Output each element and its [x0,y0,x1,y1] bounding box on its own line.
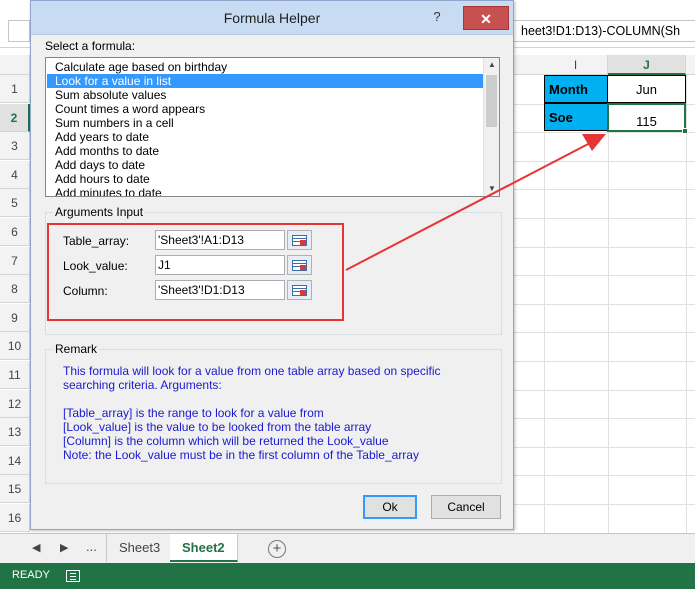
fill-handle[interactable] [682,128,688,134]
scroll-down-icon[interactable]: ▼ [484,182,499,196]
cell-i1[interactable]: Month [544,75,608,103]
add-sheet-icon[interactable]: + [268,540,286,558]
sheet-tab-sheet2[interactable]: Sheet2 [170,534,238,562]
formula-list-item[interactable]: Sum numbers in a cell [47,116,483,130]
remark-line: This formula will look for a value from … [63,364,441,378]
name-box[interactable] [8,20,30,42]
arguments-group-title: Arguments Input [53,205,146,219]
column-header-i[interactable]: I [544,55,608,75]
column-header-j[interactable]: J [608,55,686,75]
formula-listbox[interactable]: Calculate age based on birthday Look for … [45,57,500,197]
remark-group-title: Remark [53,342,100,356]
row-header-16[interactable]: 16 [0,504,30,532]
row-header-7[interactable]: 7 [0,246,30,275]
sheet-tab-bar: ◀ ▶ ... Sheet3 Sheet2 + [0,533,695,563]
row-header-10[interactable]: 10 [0,332,30,361]
more-sheets-button[interactable]: ... [86,539,97,554]
select-formula-label: Select a formula: [45,39,136,53]
row-header-4[interactable]: 4 [0,160,30,189]
remark-line: [Column] is the column which will be ret… [63,434,389,448]
remark-line: searching criteria. Arguments: [63,378,222,392]
cancel-button[interactable]: Cancel [431,495,501,519]
row-header-3[interactable]: 3 [0,132,30,161]
cell-j1[interactable]: Jun [607,75,686,103]
row-header-9[interactable]: 9 [0,303,30,332]
remark-line: Note: the Look_value must be in the firs… [63,448,419,462]
prev-sheet-icon[interactable]: ◀ [32,541,40,554]
formula-input[interactable]: heet3!D1:D13)-COLUMN(Sh [500,20,695,42]
row-header-2[interactable]: 2 [0,103,30,132]
grid-line [544,75,545,533]
row-header-14[interactable]: 14 [0,446,30,475]
formula-list-item[interactable]: Sum absolute values [47,88,483,102]
next-sheet-icon[interactable]: ▶ [60,541,68,554]
row-header-11[interactable]: 11 [0,361,30,389]
sheet-tab-sheet3[interactable]: Sheet3 [106,534,174,562]
dialog-titlebar[interactable]: Formula Helper ? ✕ [31,1,513,35]
select-all-corner[interactable] [0,55,30,75]
scroll-thumb[interactable] [486,75,497,127]
formula-list-item[interactable]: Add hours to date [47,172,483,186]
close-button[interactable]: ✕ [463,6,509,30]
formula-helper-dialog: Formula Helper ? ✕ Select a formula: Cal… [30,0,514,530]
scroll-up-icon[interactable]: ▲ [484,58,499,72]
ok-button[interactable]: Ok [363,495,417,519]
row-header-1[interactable]: 1 [0,75,30,103]
macro-record-icon[interactable] [66,570,80,582]
remark-line: [Look_value] is the value to be looked f… [63,420,372,434]
listbox-scrollbar[interactable]: ▲ ▼ [483,58,499,196]
row-header-5[interactable]: 5 [0,189,30,218]
formula-list-item[interactable]: Add minutes to date [47,186,483,196]
row-header-8[interactable]: 8 [0,275,30,304]
row-header-15[interactable]: 15 [0,475,30,504]
cell-j2[interactable]: 115 [607,103,686,132]
status-bar: READY [0,563,695,589]
cell-i2[interactable]: Soe [544,103,608,131]
annotation-highlight-box [47,223,344,321]
help-icon[interactable]: ? [427,7,447,27]
grid-line [686,75,687,533]
formula-list-item[interactable]: Add months to date [47,144,483,158]
status-ready: READY [12,569,50,581]
row-header-6[interactable]: 6 [0,218,30,246]
row-header-13[interactable]: 13 [0,418,30,447]
row-header-12[interactable]: 12 [0,389,30,418]
formula-list-item[interactable]: Count times a word appears [47,102,483,116]
formula-list-item[interactable]: Look for a value in list [47,74,483,88]
grid-line [608,75,609,533]
formula-list-item[interactable]: Add years to date [47,130,483,144]
formula-list-item[interactable]: Add days to date [47,158,483,172]
remark-line: [Table_array] is the range to look for a… [63,406,324,420]
formula-list-item[interactable]: Calculate age based on birthday [47,60,483,74]
